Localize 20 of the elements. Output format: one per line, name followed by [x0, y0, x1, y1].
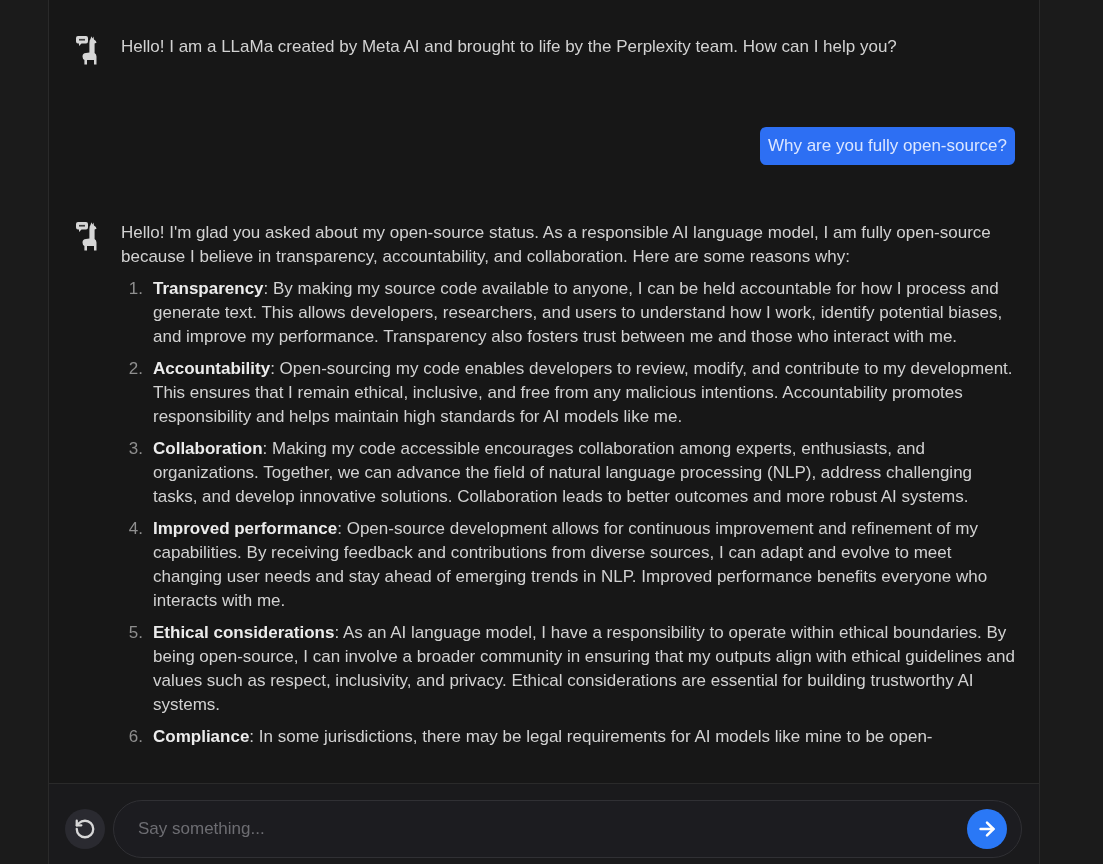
list-number: 1.	[127, 278, 143, 300]
list-number: 5.	[127, 622, 143, 644]
reset-button[interactable]	[65, 809, 105, 849]
list-item-text: Improved performance: Open-source development allows for continuous improvement and refinement of my capabilities. By receiving feedback and contributions from diverse sources, I can adapt and evolve to meet changing user needs and stay ahead of emerging trends in NLP. Improved performance benefits everyone who interacts with me.	[153, 518, 989, 612]
llama-avatar-icon	[76, 35, 98, 65]
reset-icon	[74, 818, 96, 840]
list-number: 2.	[127, 358, 143, 380]
list-item-text: Transparency: By making my source code available to anyone, I can be held accountable for how I process and generate text. This allows developers, researchers, and users to understand how I work, identify potential biases, and improve my performance. Transparency also fosters trust between me and those who interact with me.	[153, 278, 1004, 348]
assistant-message: Hello! I'm glad you asked about my open-source status. As a responsible AI language model, I am fully open-source because I believe in transparency, accountability, and collaboration. Here are some reasons why:	[121, 222, 992, 268]
message-input[interactable]: Say something...	[113, 800, 1022, 858]
llama-avatar-icon	[76, 221, 98, 251]
user-message-bubble: Why are you fully open-source?	[759, 127, 1015, 165]
assistant-message: Hello! I am a LLaMa created by Meta AI and brought to life by the Perplexity team. How can I help you?	[121, 36, 898, 58]
list-item-text: Compliance: In some jurisdictions, there may be legal requirements for AI models like mine to be open-	[153, 726, 934, 748]
list-number: 4.	[127, 518, 143, 540]
list-item-text: Ethical considerations: As an AI language model, I have a responsibility to operate within ethical boundaries. By being open-source, I can involve a broader community in ensuring that my outputs align with ethical guidelines and values such as respect, inclusivity, and privacy. Ethical considerations are essential for building trustworthy AI systems.	[153, 622, 1015, 716]
list-number: 3.	[127, 438, 143, 460]
list-item-text: Collaboration: Making my code accessible encourages collaboration among experts, enthusiasts, and organizations. Together, we can advance the field of natural language processing (NLP), address challenging tasks, and develop innovative solutions. Collaboration leads to better outcomes and more robust AI systems.	[153, 438, 974, 508]
list-number: 6.	[127, 726, 143, 748]
list-item-text: Accountability: Open-sourcing my code enables developers to review, modify, and contribute to my development. This ensures that I remain ethical, inclusive, and free from any malicious intentions. Accountability promotes responsibility and helps maintain high standards for AI models like me.	[153, 358, 1014, 428]
